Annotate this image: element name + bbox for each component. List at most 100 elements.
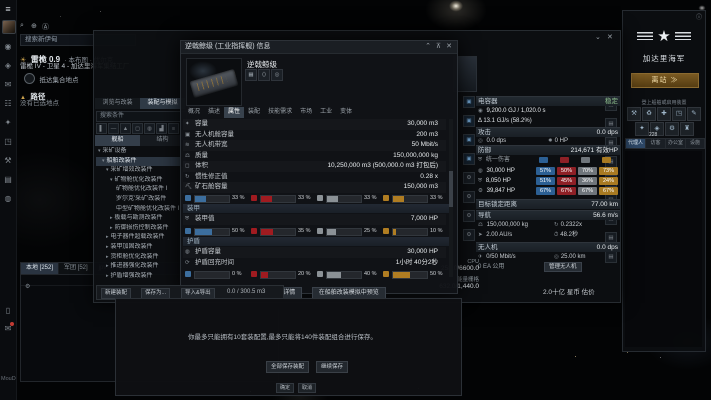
inventory-icon[interactable]: ▤ — [0, 175, 16, 185]
filter-highslot-icon[interactable]: ▌ — [96, 123, 107, 134]
preview-icon[interactable]: ▦ — [245, 69, 257, 81]
module-slot-icon[interactable]: ⚙ — [463, 191, 475, 203]
module-slot-icon[interactable]: ▣ — [463, 96, 475, 108]
tab-facilities[interactable]: 设施 — [685, 138, 705, 149]
tab-requirements[interactable]: 技能需求 — [264, 107, 296, 118]
close-icon[interactable]: ✕ — [446, 41, 452, 53]
tree-item[interactable]: ▾矿物舱优化改装件 — [96, 176, 186, 186]
fitting-service-icon[interactable]: ✦ — [635, 122, 649, 136]
info-titlebar[interactable]: 逆戟鲸级 (工业指挥舰) 信息 ⌃ ⊼ ✕ — [181, 41, 457, 54]
tree-item[interactable]: ▸板载与勘测改装件 — [96, 214, 186, 224]
scrollbar-thumb[interactable] — [449, 171, 453, 207]
confirm-button[interactable]: 确定 — [276, 383, 294, 393]
manage-drones-button[interactable]: 管理无人机 — [544, 262, 582, 272]
offense-section-header[interactable]: 攻击0.0 dps — [476, 127, 620, 137]
cancel-button[interactable]: 取消 — [298, 383, 316, 393]
tree-item[interactable]: ▾采矿设备 — [96, 147, 186, 157]
tab-variants[interactable]: 变体 — [336, 107, 356, 118]
filter-midslot-icon[interactable]: — — [108, 123, 119, 134]
info-scrollbar[interactable] — [449, 119, 453, 277]
industry-icon[interactable]: ⚒ — [0, 156, 16, 166]
search-icon[interactable]: ⌕ — [20, 22, 24, 30]
character-portrait[interactable] — [2, 20, 16, 34]
tree-item[interactable]: ▸电子器件超载改装件 — [96, 233, 186, 243]
tab-description[interactable]: 描述 — [204, 107, 224, 118]
tree-item[interactable]: ▸护盾增强改装件 — [96, 272, 186, 282]
module-slot-icon[interactable]: ⚙ — [463, 172, 475, 184]
collapse-icon[interactable]: ⌃ — [425, 41, 431, 53]
agent-finder-icon[interactable]: Ⓐ — [42, 22, 49, 32]
tree-item[interactable]: ▸推进器强化改装件 — [96, 262, 186, 272]
drones-section-header[interactable]: 无人机0.0 dps — [476, 242, 620, 252]
save-all-fittings-button[interactable]: 全部保存装配 — [266, 361, 309, 373]
module-slot-icon[interactable]: ⚙ — [463, 210, 475, 222]
continue-save-button[interactable]: 继续保存 — [316, 361, 348, 373]
filter-subsystem-icon[interactable]: ◍ — [144, 123, 155, 134]
module-search-input[interactable]: 搜索条件 — [96, 111, 187, 122]
subtab-ships[interactable]: 舰船 — [95, 135, 140, 146]
mail-icon[interactable]: ✉ — [0, 80, 16, 90]
capacitor-section-header[interactable]: 电容器稳定 — [476, 96, 620, 106]
targeting-section-header[interactable]: 目标锁定距离77.00 km — [476, 199, 620, 209]
contracts-icon[interactable]: ✎ — [687, 107, 701, 121]
chat-tab-corp[interactable]: 军团 [52] — [59, 263, 94, 274]
tab-browse-fittings[interactable]: 浏览与改装 — [95, 98, 140, 109]
ship-render-preview[interactable] — [186, 58, 242, 106]
tab-guests[interactable]: 访客 — [645, 138, 666, 149]
notifications-icon[interactable]: ✉ — [0, 324, 16, 334]
damage-profile-row[interactable]: ⛨ 统一伤害 — [478, 156, 616, 165]
objective-label[interactable]: 抵达集合地点 — [39, 77, 78, 84]
tab-fitting[interactable]: 装配 — [244, 107, 264, 118]
industry-icon[interactable]: ⚙ — [665, 122, 679, 136]
insurance-icon[interactable]: ✚ — [657, 107, 671, 121]
reprocessing-icon[interactable]: ♻ — [642, 107, 656, 121]
filter-all-icon[interactable]: ≡ — [168, 123, 179, 134]
subtab-structures[interactable]: 结构 — [140, 135, 185, 146]
minimize-icon[interactable]: ⌄ — [595, 33, 601, 41]
target-icon[interactable]: ◎ — [271, 69, 283, 81]
tree-item-selected[interactable]: ▾船舶改装件 — [96, 157, 186, 167]
tab-simulate-fittings[interactable]: 装配与模拟 — [140, 98, 185, 109]
tree-item[interactable]: ▸装甲加固改装件 — [96, 243, 186, 253]
tab-industry[interactable]: 工业 — [316, 107, 336, 118]
tree-item[interactable]: ▾采矿增效改装件 — [96, 166, 186, 176]
tree-item[interactable]: 矿物舱优化改装件 I — [96, 185, 186, 195]
market-icon[interactable]: ◳ — [672, 107, 686, 121]
compare-icon[interactable]: ⟨⟩ — [258, 69, 270, 81]
tab-overview[interactable]: 概况 — [184, 107, 204, 118]
market-icon[interactable]: ◳ — [0, 137, 16, 147]
module-slot-icon[interactable]: ▣ — [463, 153, 475, 165]
undock-button[interactable]: 离站 ≫ — [631, 73, 699, 88]
chat-tab-local[interactable]: 本地 [252] — [21, 263, 59, 274]
character-sheet-icon[interactable]: ◉ — [0, 42, 16, 52]
tree-item[interactable]: ▸货柜舱优化改装件 — [96, 253, 186, 263]
clone-bay-icon[interactable]: ♜ — [680, 122, 694, 136]
tree-item[interactable]: ▸防御损伤控制改装件 — [96, 224, 186, 234]
module-slot-icon[interactable]: ▣ — [463, 134, 475, 146]
map-icon[interactable]: ◍ — [0, 194, 16, 204]
filter-rig-icon[interactable]: ◻ — [132, 123, 143, 134]
module-slot-icon[interactable]: ⚙ — [463, 229, 475, 241]
fitting-icon[interactable]: ✦ — [0, 118, 16, 128]
module-slot-icon[interactable]: ▣ — [463, 115, 475, 127]
info-icon[interactable]: ⓘ — [696, 12, 702, 21]
menu-icon[interactable]: ≡ — [0, 4, 16, 14]
journal-icon[interactable]: ▯ — [0, 306, 16, 316]
navigation-section-header[interactable]: 导航56.6 m/s — [476, 210, 620, 220]
tab-market[interactable]: 市场 — [296, 107, 316, 118]
station-panel-content[interactable] — [625, 151, 702, 347]
pin-icon[interactable]: ⊼ — [436, 41, 441, 53]
filter-lowslot-icon[interactable]: ▲ — [120, 123, 131, 134]
skills-icon[interactable]: ◈ — [0, 61, 16, 71]
repair-shop-icon[interactable]: ⚒ — [627, 107, 641, 121]
tab-attributes[interactable]: 属性 — [224, 107, 244, 118]
tree-item[interactable]: 罗尔克'采矿'改装件 — [96, 195, 186, 205]
tab-offices[interactable]: 办公室 — [665, 138, 686, 149]
tab-agents[interactable]: 代理人 — [625, 138, 646, 149]
chat-settings-icon[interactable]: ⚙ — [21, 284, 30, 290]
close-icon[interactable]: ✕ — [607, 33, 613, 41]
social-icon[interactable]: ☷ — [0, 99, 16, 109]
defense-section-header[interactable]: 防御214,671 有效HP — [476, 145, 620, 155]
tree-item[interactable]: 中型矿物舱优化改装件 I — [96, 205, 186, 215]
filter-charges-icon[interactable]: ▟ — [156, 123, 167, 134]
